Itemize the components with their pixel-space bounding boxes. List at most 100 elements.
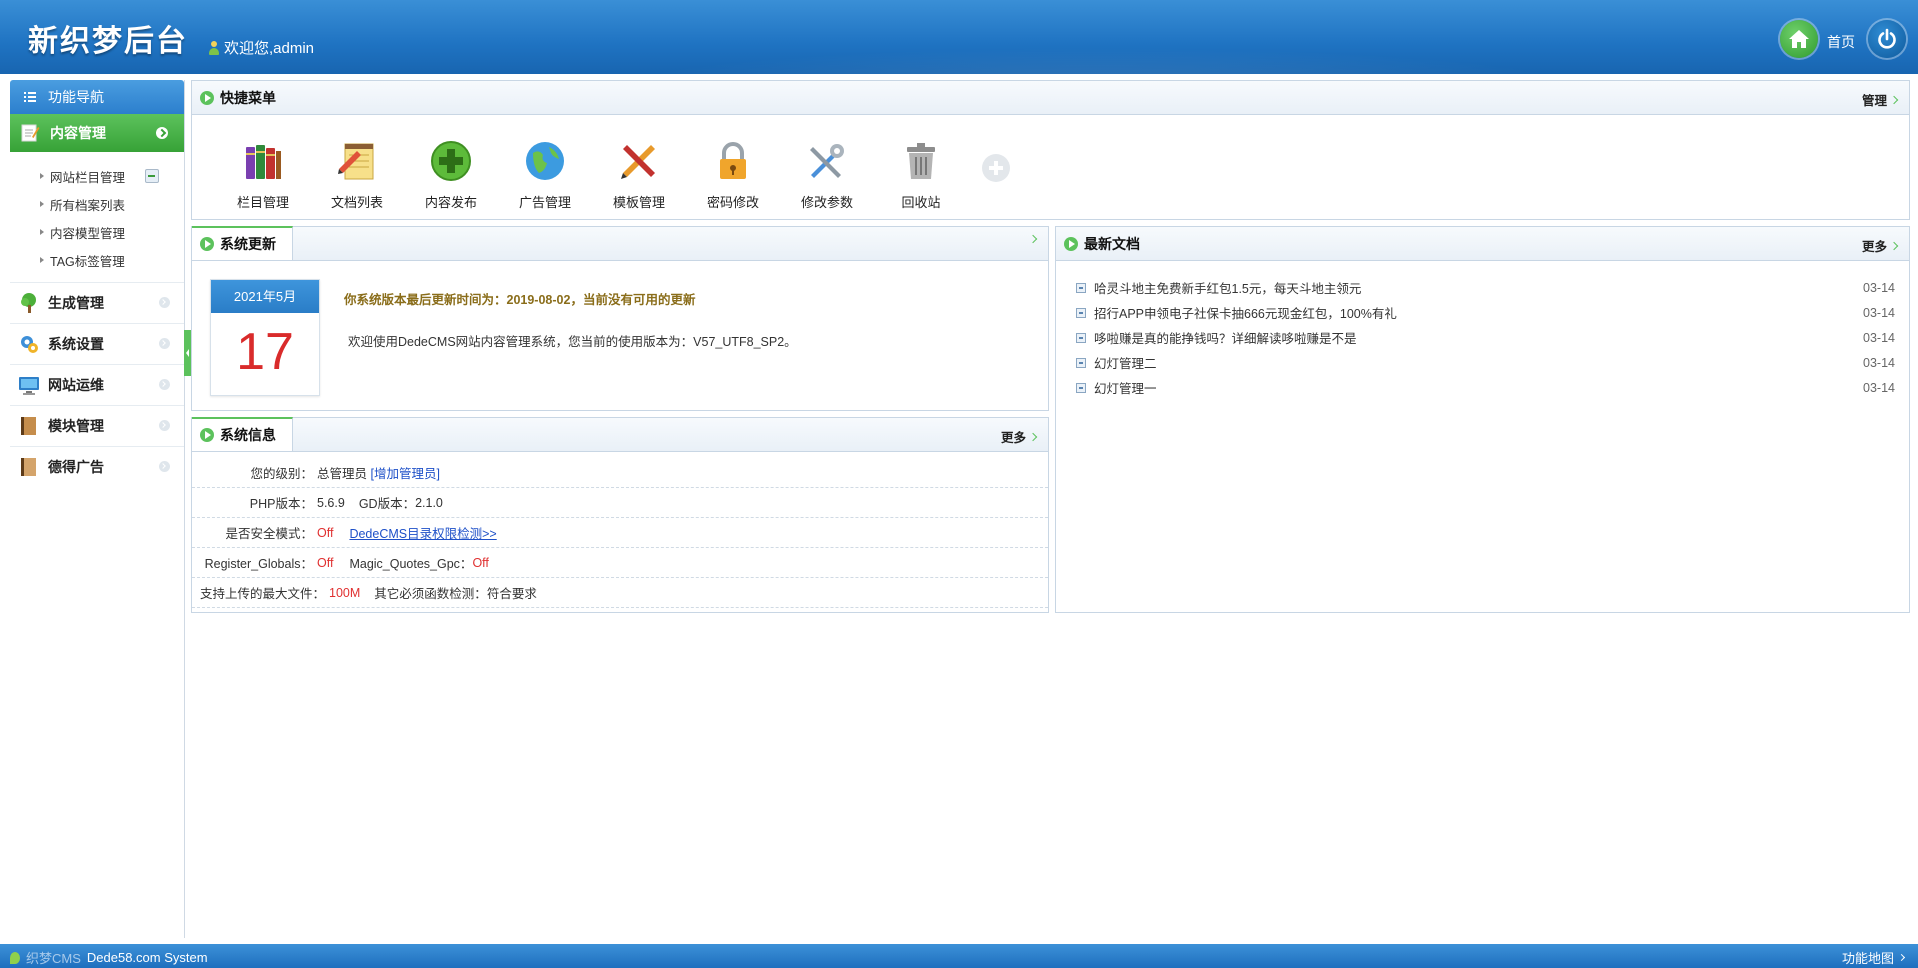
- calendar-day: 17: [236, 323, 294, 381]
- bullet-icon: [1076, 282, 1086, 293]
- info-value: Off: [472, 555, 489, 570]
- info-value: 2.1.0: [415, 495, 443, 510]
- footer: 织梦CMS Dede58.com System 功能地图: [0, 944, 1918, 968]
- book-icon: [21, 458, 36, 476]
- quick-item-column-management[interactable]: 栏目管理: [216, 139, 310, 211]
- monitor-icon: [19, 377, 39, 395]
- doc-title[interactable]: 哆啦赚是真的能挣钱吗？详细解读哆啦赚是不是: [1094, 328, 1357, 347]
- system-info-more-link[interactable]: 更多: [1001, 427, 1038, 446]
- bullet-icon: [1076, 382, 1086, 393]
- welcome-message: 欢迎您,admin: [208, 37, 314, 58]
- add-quick-item-button[interactable]: [982, 154, 1010, 182]
- logout-button[interactable]: [1868, 20, 1906, 58]
- notepad-icon: [338, 143, 374, 180]
- info-row-globals: Register_Globals： Off Magic_Quotes_Gpc： …: [192, 548, 1048, 578]
- list-item[interactable]: 招行APP申领电子社保卡抽666元现金红包，100%有礼 03-14: [1076, 300, 1899, 325]
- doc-title[interactable]: 招行APP申领电子社保卡抽666元现金红包，100%有礼: [1094, 303, 1397, 322]
- panel-title: 最新文档: [1064, 227, 1140, 260]
- sitemap-label: 功能地图: [1841, 951, 1894, 966]
- system-info-header: 系统信息 更多: [192, 417, 1048, 452]
- sitemap-link[interactable]: 功能地图: [1841, 948, 1906, 967]
- sub-item-archive-list[interactable]: 所有档案列表: [10, 190, 184, 218]
- calendar-month: 2021年5月: [211, 280, 319, 313]
- directory-permission-check-link[interactable]: DedeCMS目录权限检测>>: [349, 523, 496, 542]
- list-item[interactable]: 幻灯管理一 03-14: [1076, 375, 1899, 400]
- sidebar-item-label: 德得广告: [48, 459, 104, 475]
- quick-item-recycle-bin[interactable]: 回收站: [874, 139, 968, 211]
- quick-item-change-password[interactable]: 密码修改: [686, 139, 780, 211]
- list-item[interactable]: 幻灯管理二 03-14: [1076, 350, 1899, 375]
- add-column-icon[interactable]: [145, 169, 159, 183]
- globe-icon: [526, 142, 564, 180]
- footer-brand-name: 织梦CMS: [26, 951, 81, 966]
- sidebar-item-generate[interactable]: 生成管理: [10, 282, 184, 323]
- doc-date: 03-14: [1863, 330, 1895, 345]
- bullet-icon: [1076, 307, 1086, 318]
- sub-menu: 网站栏目管理 所有档案列表 内容模型管理 TAG标签管理: [10, 152, 184, 282]
- sub-item-label: 内容模型管理: [50, 226, 126, 241]
- quick-item-settings[interactable]: 修改参数: [780, 139, 874, 211]
- info-label: Register_Globals：: [204, 557, 313, 571]
- quick-item-ads[interactable]: 广告管理: [498, 139, 592, 211]
- home-link[interactable]: 首页: [1827, 32, 1855, 52]
- add-admin-link[interactable]: [增加管理员]: [371, 463, 440, 482]
- sub-item-label: TAG标签管理: [50, 254, 125, 269]
- chevron-right-icon: [1028, 234, 1038, 244]
- list-item[interactable]: 哈灵斗地主免费新手红包1.5元，每天斗地主领元 03-14: [1076, 275, 1899, 300]
- chevron-right-icon: [1028, 432, 1038, 441]
- quick-menu-manage-link[interactable]: 管理: [1862, 90, 1899, 109]
- gear-icon: [21, 336, 38, 353]
- trash-icon: [907, 143, 935, 179]
- doc-title[interactable]: 幻灯管理一: [1094, 378, 1157, 397]
- chevron-right-icon: [1889, 95, 1899, 104]
- sidebar-item-modules[interactable]: 模块管理: [10, 405, 184, 446]
- system-update-more-link[interactable]: [1028, 234, 1038, 244]
- update-status-text: 你系统版本最后更新时间为：2019-08-02，当前没有可用的更新: [344, 293, 696, 307]
- chevron-right-icon: [159, 461, 170, 472]
- sidebar-item-ads[interactable]: 德得广告: [10, 446, 184, 487]
- chevron-right-icon: [1889, 241, 1899, 250]
- system-info-title: 系统信息: [220, 427, 276, 443]
- leaf-icon: [10, 951, 20, 964]
- sidebar-item-site-ops[interactable]: 网站运维: [10, 364, 184, 405]
- edit-document-icon: [21, 124, 40, 142]
- latest-docs-panel: 最新文档 更多 哈灵斗地主免费新手红包1.5元，每天斗地主领元 03-14 招行A…: [1055, 226, 1910, 613]
- quick-item-label: 文档列表: [330, 195, 383, 210]
- doc-title[interactable]: 哈灵斗地主免费新手红包1.5元，每天斗地主领元: [1094, 278, 1361, 297]
- sub-item-column-management[interactable]: 网站栏目管理: [10, 162, 184, 190]
- bullet-icon: [1076, 332, 1086, 343]
- play-icon: [200, 237, 214, 251]
- sub-item-label: 网站栏目管理: [50, 170, 126, 185]
- info-label: GD版本：: [358, 497, 416, 511]
- sidebar: 功能导航 内容管理 网站栏目管理 所有档案列表 内容模型管理 TAG标签管理 生…: [10, 80, 185, 938]
- info-label: 其它必须函数检测：: [374, 587, 487, 601]
- lock-icon: [720, 142, 746, 179]
- panel-title: 快捷菜单: [200, 81, 276, 114]
- system-update-header: 系统更新: [192, 226, 1048, 261]
- sub-item-tag-management[interactable]: TAG标签管理: [10, 246, 184, 274]
- system-info-list: 您的级别： 总管理员 [增加管理员] PHP版本： 5.6.9 GD版本： 2.…: [192, 452, 1048, 608]
- info-value: 总管理员: [317, 467, 368, 481]
- latest-docs-more-link[interactable]: 更多: [1862, 236, 1899, 255]
- sidebar-item-content-management[interactable]: 内容管理: [10, 114, 184, 152]
- quick-menu-panel: 快捷菜单 管理 栏目管理 文档列表 内容发布 广告管理 模板管理 密码修改 修改…: [191, 80, 1910, 220]
- home-button[interactable]: [1780, 20, 1818, 58]
- sidebar-item-label: 系统设置: [48, 336, 104, 352]
- sub-item-content-model[interactable]: 内容模型管理: [10, 218, 184, 246]
- quick-item-document-list[interactable]: 文档列表: [310, 139, 404, 211]
- doc-title[interactable]: 幻灯管理二: [1094, 353, 1157, 372]
- chevron-right-icon: [159, 379, 170, 390]
- sidebar-item-label: 网站运维: [48, 377, 104, 393]
- quick-item-templates[interactable]: 模板管理: [592, 139, 686, 211]
- quick-item-publish[interactable]: 内容发布: [404, 139, 498, 211]
- panel-tab: 系统更新: [192, 226, 293, 260]
- chevron-right-icon: [159, 338, 170, 349]
- sidebar-item-system-settings[interactable]: 系统设置: [10, 323, 184, 364]
- info-value: Off: [317, 525, 334, 540]
- info-label: 您的级别：: [250, 467, 313, 481]
- doc-date: 03-14: [1863, 380, 1895, 395]
- quick-menu-items: 栏目管理 文档列表 内容发布 广告管理 模板管理 密码修改 修改参数 回收站: [192, 115, 1909, 211]
- doc-date: 03-14: [1863, 280, 1895, 295]
- list-item[interactable]: 哆啦赚是真的能挣钱吗？详细解读哆啦赚是不是 03-14: [1076, 325, 1899, 350]
- quick-item-label: 模板管理: [612, 195, 665, 210]
